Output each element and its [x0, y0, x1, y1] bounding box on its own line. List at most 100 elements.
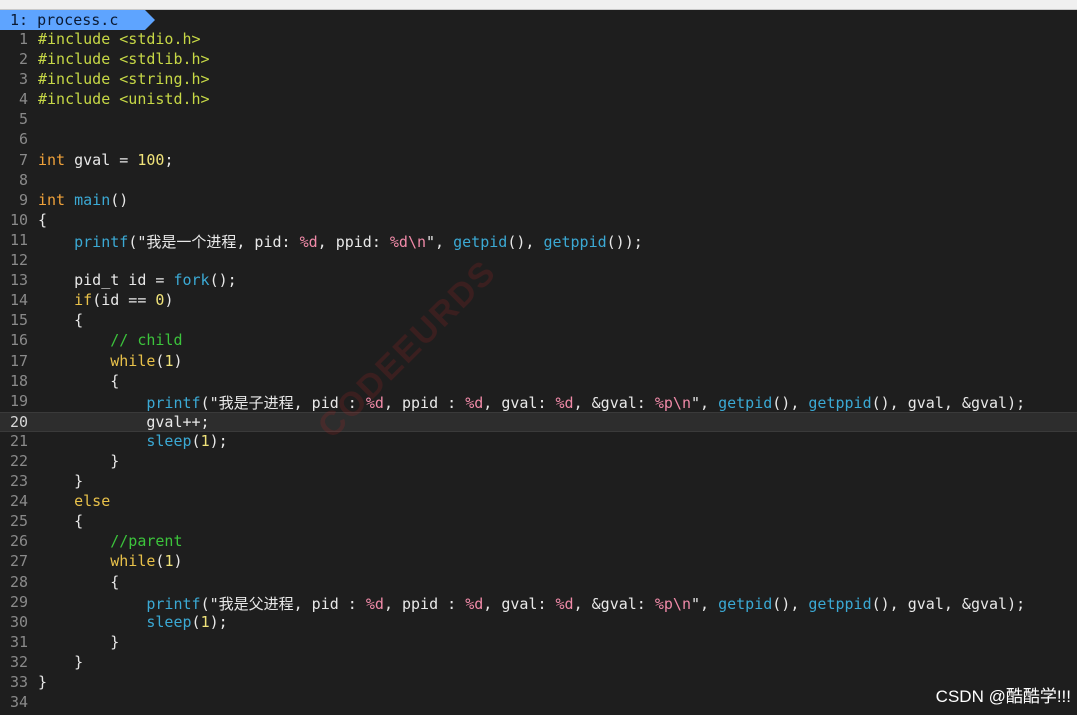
line-number: 10: [9, 210, 28, 229]
code-line[interactable]: 11 printf("我是一个进程, pid: %d, ppid: %d\n",…: [0, 231, 1077, 251]
code-token: %d: [555, 594, 574, 613]
code-line[interactable]: 29 printf("我是父进程, pid : %d, ppid : %d, g…: [0, 593, 1077, 613]
line-number: 15: [9, 311, 28, 330]
code-token: {: [38, 210, 48, 229]
line-number: 19: [9, 391, 28, 410]
code-line[interactable]: 8: [0, 171, 1077, 191]
line-number: 31: [9, 632, 28, 651]
line-code: printf("我是一个进程, pid: %d, ppid: %d\n", ge…: [38, 231, 643, 252]
line-number: 18: [9, 371, 28, 390]
code-token: {: [38, 311, 84, 330]
code-token: else: [74, 492, 111, 511]
line-code: #include <stdlib.h>: [38, 50, 210, 68]
code-token: fork: [173, 271, 210, 290]
code-line[interactable]: 22 }: [0, 452, 1077, 472]
code-line[interactable]: 1 #include <stdio.h>: [0, 30, 1077, 50]
line-code: {: [38, 573, 119, 591]
code-line[interactable]: 3 #include <string.h>: [0, 70, 1077, 90]
code-line[interactable]: 9 int main(): [0, 191, 1077, 211]
code-token: , ppid :: [383, 594, 466, 613]
line-code: }: [38, 633, 119, 651]
code-line[interactable]: 17 while(1): [0, 352, 1077, 372]
code-token: , &gval:: [573, 393, 655, 412]
code-line[interactable]: 5: [0, 110, 1077, 130]
line-number: 30: [9, 612, 28, 631]
code-token: int: [38, 190, 66, 209]
tab-process-c[interactable]: 1: process.c: [0, 10, 145, 30]
code-token: ",: [691, 594, 719, 613]
code-line[interactable]: 20 gval++;: [0, 411, 1077, 432]
code-line[interactable]: 30 sleep(1);: [0, 613, 1077, 633]
code-line[interactable]: 21 sleep(1);: [0, 432, 1077, 452]
code-line[interactable]: 32 }: [0, 653, 1077, 673]
line-code: while(1): [38, 351, 183, 370]
code-line[interactable]: 16 // child: [0, 331, 1077, 351]
code-line[interactable]: 24 else: [0, 492, 1077, 512]
code-token: , &gval:: [573, 594, 655, 613]
code-line[interactable]: 34: [0, 693, 1077, 713]
code-token: %d: [365, 393, 384, 412]
code-token: 100: [137, 150, 165, 169]
code-token: #include <stdio.h>: [38, 30, 201, 48]
code-token: getppid: [808, 393, 872, 412]
line-number: 23: [9, 472, 28, 491]
code-line[interactable]: 12: [0, 251, 1077, 271]
code-line[interactable]: 25 {: [0, 512, 1077, 532]
code-token: %p\n: [654, 594, 691, 613]
code-token: getpid: [453, 232, 508, 251]
line-code: #include <string.h>: [38, 70, 210, 88]
code-line[interactable]: 33}: [0, 673, 1077, 693]
code-token: sleep: [146, 431, 192, 450]
line-code: gval++;: [38, 413, 209, 431]
code-line[interactable]: 23 }: [0, 472, 1077, 492]
code-line[interactable]: 18 {: [0, 372, 1077, 392]
line-code: }: [38, 472, 83, 490]
code-line[interactable]: 27 while(1): [0, 552, 1077, 572]
code-line[interactable]: 2 #include <stdlib.h>: [0, 50, 1077, 70]
code-line[interactable]: 19 printf("我是子进程, pid : %d, ppid : %d, g…: [0, 392, 1077, 412]
code-editor[interactable]: 1 #include <stdio.h> 2 #include <stdlib.h> 3…: [0, 30, 1077, 715]
code-token: ): [164, 291, 174, 310]
line-code: if(id == 0): [38, 291, 173, 309]
code-line[interactable]: 15 {: [0, 311, 1077, 331]
code-line[interactable]: 7 int gval = 100;: [0, 151, 1077, 171]
code-token: {: [38, 371, 120, 390]
line-number: 6: [18, 130, 28, 149]
code-line[interactable]: 6: [0, 130, 1077, 150]
code-line[interactable]: 31 }: [0, 633, 1077, 653]
code-line[interactable]: 26 //parent: [0, 532, 1077, 552]
code-token: (": [128, 232, 147, 251]
code-line[interactable]: 4 #include <unistd.h>: [0, 90, 1077, 110]
line-code: else: [38, 492, 110, 510]
code-token: }: [38, 632, 120, 651]
code-token: }: [38, 652, 84, 671]
line-number: 24: [9, 492, 28, 511]
code-token: %p\n: [654, 393, 691, 412]
line-number: 13: [9, 271, 28, 290]
code-token: ): [173, 351, 183, 370]
line-number: 21: [9, 431, 28, 450]
code-token: }: [38, 451, 120, 470]
code-token: (),: [772, 594, 809, 613]
code-token: ;: [164, 150, 174, 169]
code-line[interactable]: 13 pid_t id = fork();: [0, 271, 1077, 291]
code-line[interactable]: 10 {: [0, 211, 1077, 231]
tab-bar: 1: process.c: [0, 10, 1077, 30]
line-number: 34: [9, 693, 28, 712]
line-number: 4: [18, 90, 28, 109]
code-token: printf: [146, 594, 201, 613]
code-line[interactable]: 14 if(id == 0): [0, 291, 1077, 311]
line-number: 32: [9, 652, 28, 671]
code-token: ",: [691, 393, 719, 412]
code-token: %d: [365, 594, 384, 613]
code-line[interactable]: 28 {: [0, 573, 1077, 593]
code-token: printf: [146, 393, 201, 412]
line-code: pid_t id = fork();: [38, 271, 237, 289]
line-number: 8: [18, 170, 28, 189]
line-code: int gval = 100;: [38, 151, 173, 169]
code-token: (), gval, &gval);: [871, 594, 1026, 613]
